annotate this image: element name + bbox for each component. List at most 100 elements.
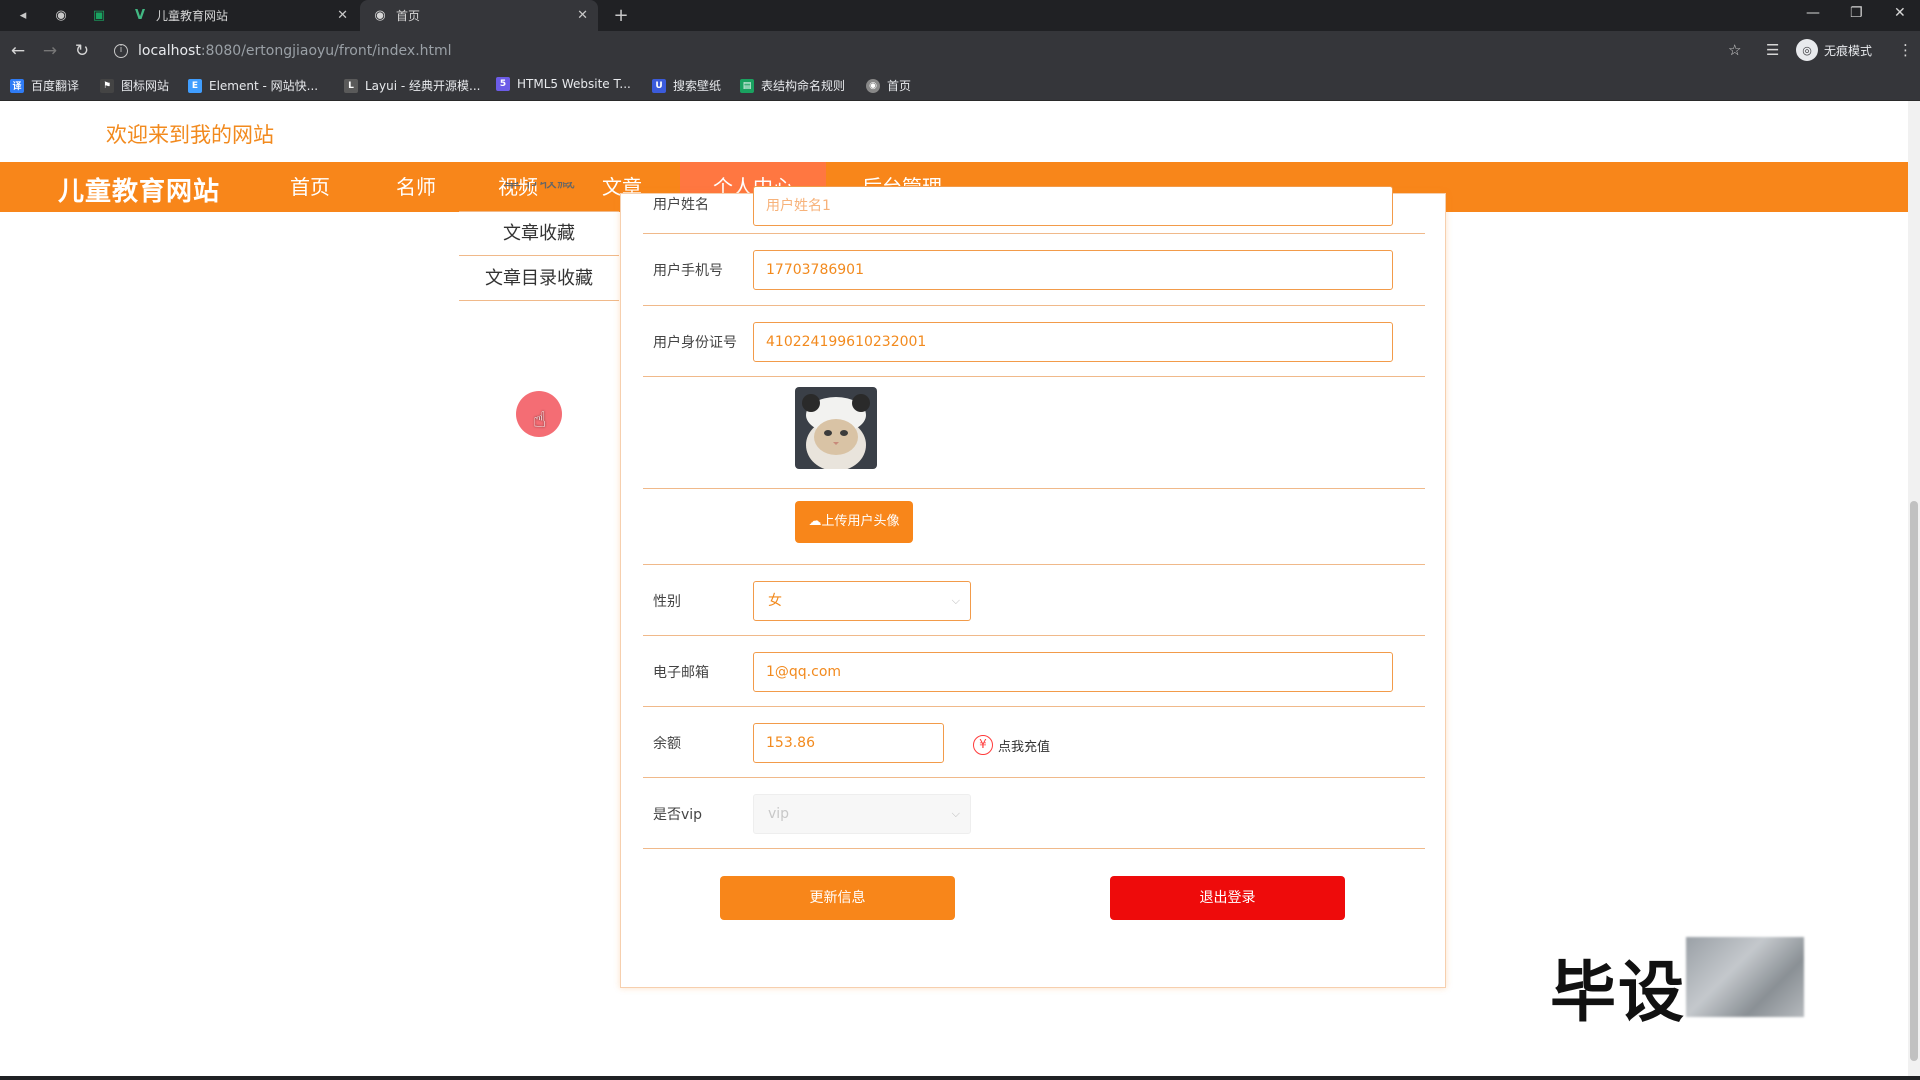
reload-icon[interactable]: ↻ [72, 41, 92, 61]
form-row-gender: 性别 女 ⌵ [643, 565, 1425, 636]
menu-dots-icon[interactable]: ⋮ [1898, 41, 1913, 59]
page-scrollbar[interactable] [1908, 101, 1920, 1076]
update-info-button[interactable]: 更新信息 [720, 876, 955, 920]
logout-button[interactable]: 退出登录 [1110, 876, 1345, 920]
back-icon[interactable]: ← [8, 41, 28, 61]
vip-value: vip [768, 806, 790, 822]
side-item-article-favorites[interactable]: 文章收藏 [459, 212, 619, 256]
recharge-label: 点我充值 [998, 739, 1051, 755]
restore-icon[interactable]: ❐ [1850, 5, 1863, 21]
phone-label: 用户手机号 [653, 263, 723, 279]
globe-icon: ◉ [374, 8, 386, 23]
flag-icon: ⚑ [100, 78, 114, 93]
email-input[interactable]: 1@qq.com [753, 652, 1393, 692]
bookmark-label: 搜索壁纸 [673, 79, 722, 93]
window-bottom-edge [0, 1076, 1920, 1080]
gender-select[interactable]: 女 ⌵ [753, 581, 971, 621]
close-icon[interactable]: ✕ [577, 8, 588, 23]
chevron-down-icon: ⌵ [951, 807, 960, 820]
incognito-indicator[interactable]: ◎ 无痕模式 [1796, 39, 1872, 61]
bookmark-label: HTML5 Website T... [517, 77, 631, 91]
window-close-icon[interactable]: ✕ [1894, 5, 1906, 21]
new-tab-icon[interactable]: + [612, 5, 630, 26]
form-row-vip: 是否vip vip ⌵ [643, 778, 1425, 849]
form-row-email: 电子邮箱 1@qq.com [643, 636, 1425, 707]
bookmark-label: 表结构命名规则 [761, 79, 846, 93]
tab-title: 首页 [396, 9, 421, 23]
html5-icon: 5 [496, 77, 510, 91]
bookmark-item[interactable]: 译百度翻译 [10, 77, 79, 94]
url-input[interactable]: localhost:8080/ertongjiaoyu/front/index.… [138, 39, 452, 63]
side-item-article-catalog-favorites[interactable]: 文章目录收藏 [459, 257, 619, 301]
welcome-text: 欢迎来到我的网站 [106, 123, 274, 147]
watermark-text: 毕设 [1550, 954, 1686, 1031]
hand-cursor-icon: ☝ [533, 408, 547, 433]
name-input[interactable]: 用户姓名1 [753, 186, 1393, 226]
site-brand[interactable]: 儿童教育网站 [58, 171, 220, 208]
profile-form: 用户姓名 用户姓名1 用户手机号 17703786901 用户身份证号 4102… [620, 186, 1446, 988]
bookmark-label: 图标网站 [121, 79, 170, 93]
gender-label: 性别 [653, 594, 681, 610]
form-row-phone: 用户手机号 17703786901 [643, 234, 1425, 306]
tab-site[interactable]: V 儿童教育网站 ✕ [120, 0, 358, 31]
close-icon[interactable]: ✕ [337, 8, 348, 23]
bookmark-item[interactable]: U 搜索壁纸 [652, 77, 721, 94]
balance-label: 余额 [653, 736, 681, 752]
cat-avatar-image [795, 387, 877, 469]
translate-icon: 译 [10, 78, 24, 93]
bookmark-item[interactable]: ⚑ 图标网站 [100, 77, 169, 94]
bookmark-item[interactable]: E Element - 网站快... [188, 77, 318, 94]
page: 欢迎来到我的网站 儿童教育网站 首页 名师 视频 文章 个人中心 后台管理 章节… [0, 101, 1908, 1076]
form-row-avatar [643, 377, 1425, 489]
tab-title: 儿童教育网站 [156, 9, 229, 23]
incognito-label: 无痕模式 [1824, 43, 1873, 58]
side-item-chapter-favorites[interactable]: 章节收藏 [459, 182, 619, 212]
balance-input[interactable]: 153.86 [753, 723, 944, 763]
phone-input[interactable]: 17703786901 [753, 250, 1393, 290]
bookmark-item[interactable]: 5 HTML5 Website T... [496, 77, 631, 91]
wallpaper-icon: U [652, 78, 666, 93]
nav-teachers[interactable]: 名师 [366, 162, 466, 212]
name-label: 用户姓名 [653, 197, 709, 213]
element-icon: E [188, 78, 202, 93]
blurred-watermark [1686, 937, 1804, 1017]
form-row-upload: ☁上传用户头像 [643, 489, 1425, 565]
tab-home[interactable]: ◉ 首页 ✕ [360, 0, 598, 31]
bookmarks-bar: 译百度翻译 ⚑ 图标网站 E Element - 网站快... L Layui - 经… [0, 71, 1920, 101]
idcard-label: 用户身份证号 [653, 335, 737, 351]
email-label: 电子邮箱 [653, 665, 709, 681]
vip-select: vip ⌵ [753, 794, 971, 834]
upload-label: 上传用户头像 [821, 514, 900, 529]
yen-icon: ¥ [973, 735, 993, 755]
recharge-link[interactable]: ¥ 点我充值 [973, 735, 1050, 755]
site-info-icon[interactable]: i [114, 44, 128, 58]
url-path: :8080/ertongjiaoyu/front/index.html [200, 43, 452, 59]
gender-value: 女 [768, 593, 782, 609]
bookmark-item[interactable]: ◉ 首页 [866, 77, 911, 94]
bookmark-star-icon[interactable]: ☆ [1728, 41, 1741, 59]
upload-avatar-button[interactable]: ☁上传用户头像 [795, 501, 913, 543]
reading-list-icon[interactable]: ☰ [1766, 41, 1779, 59]
chevron-down-icon: ⌵ [951, 594, 960, 607]
bookmark-label: Layui - 经典开源模... [365, 79, 481, 93]
minimize-icon[interactable]: — [1806, 5, 1820, 21]
tab-search-icon[interactable]: ◂ [14, 6, 32, 24]
form-row-idcard: 用户身份证号 410224199610232001 [643, 306, 1425, 377]
address-bar: ← → ↻ i localhost:8080/ertongjiaoyu/fron… [0, 31, 1920, 71]
idcard-input[interactable]: 410224199610232001 [753, 322, 1393, 362]
avatar [795, 387, 877, 469]
pinned-globe-icon[interactable]: ◉ [52, 6, 70, 24]
sheet-icon: ▤ [740, 78, 754, 93]
forward-icon[interactable]: → [40, 41, 60, 61]
vue-logo-icon: V [134, 8, 146, 23]
bookmark-item[interactable]: L Layui - 经典开源模... [344, 77, 480, 94]
nav-home[interactable]: 首页 [260, 162, 360, 212]
bookmark-item[interactable]: ▤ 表结构命名规则 [740, 77, 845, 94]
scrollbar-thumb[interactable] [1910, 501, 1918, 1061]
bookmark-label: 首页 [887, 79, 912, 93]
form-row-balance: 余额 153.86 ¥ 点我充值 [643, 707, 1425, 778]
bookmark-label: Element - 网站快... [209, 79, 319, 93]
vip-label: 是否vip [653, 807, 703, 823]
pinned-sheet-icon[interactable]: ▣ [90, 6, 108, 24]
bookmark-label: 百度翻译 [31, 79, 80, 93]
